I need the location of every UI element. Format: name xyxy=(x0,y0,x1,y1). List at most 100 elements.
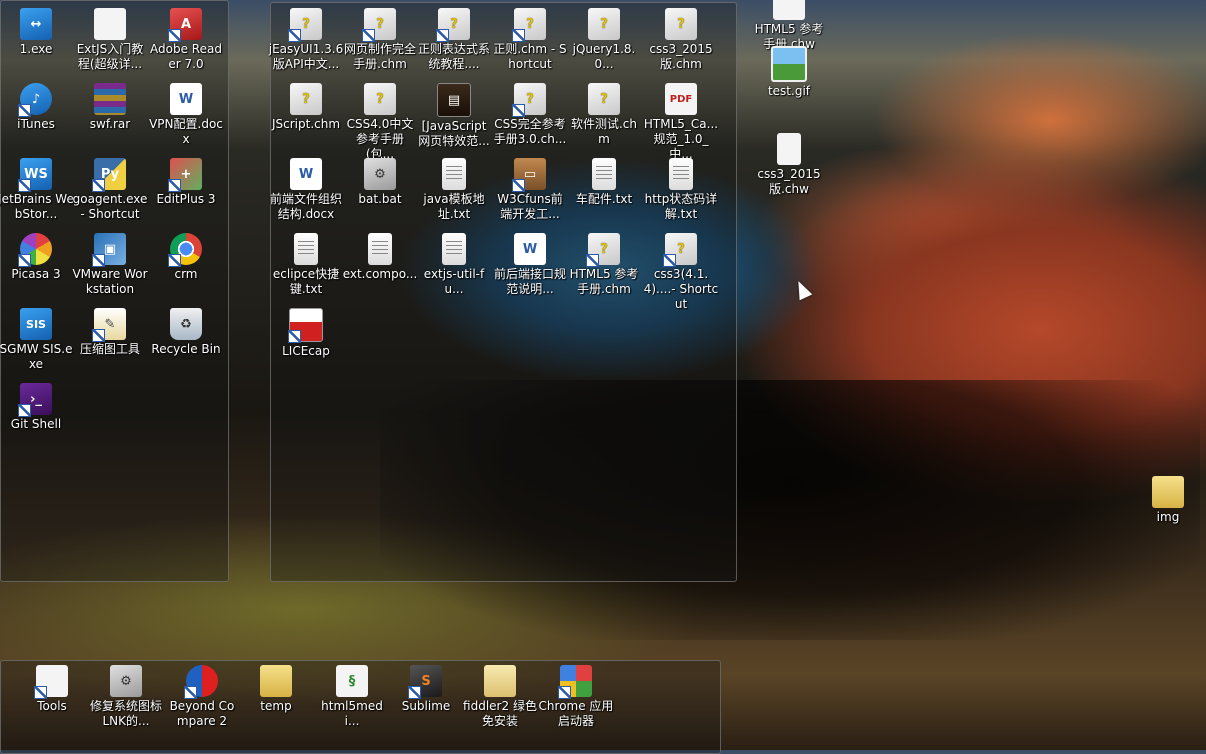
word-doc-icon: W xyxy=(514,233,546,265)
desktop-icon[interactable]: ? jEasyUI1.3.6版API中文... xyxy=(268,0,344,75)
word-doc-icon: W xyxy=(170,83,202,115)
picasa-icon xyxy=(18,233,52,267)
desktop-icon[interactable]: Tools xyxy=(14,657,90,732)
desktop-icon[interactable]: swf.rar xyxy=(72,75,148,150)
chm-icon: ? xyxy=(588,8,620,40)
desktop-icon[interactable]: ? 软件测试.chm xyxy=(566,75,642,150)
desktop-icon[interactable]: eclipce快捷键.txt xyxy=(268,225,344,300)
desktop-icon[interactable]: img xyxy=(1130,468,1206,543)
desktop-icon[interactable]: W 前后端接口规范说明... xyxy=(492,225,568,300)
sublime-icon: S xyxy=(408,665,442,699)
desktop-icon[interactable]: W 前端文件组织结构.docx xyxy=(268,150,344,225)
folder-icon xyxy=(484,665,516,697)
desktop-icon[interactable]: ⚙ bat.bat xyxy=(342,150,418,225)
desktop-icon[interactable]: test.gif xyxy=(751,38,827,113)
desktop-icon[interactable]: fiddler2 绿色免安装 xyxy=(462,657,538,732)
text-file-icon xyxy=(368,233,392,265)
chm-icon: ? xyxy=(588,83,620,115)
teamviewer-icon: ↔ xyxy=(20,8,52,40)
tool-doc-icon: ✎ xyxy=(92,308,126,342)
folder-icon xyxy=(1152,476,1184,508)
script-icon: § xyxy=(336,665,368,697)
chm-icon: ? xyxy=(586,233,620,267)
desktop-icon[interactable]: Py goagent.exe - Shortcut xyxy=(72,150,148,225)
desktop-icon[interactable]: + EditPlus 3 xyxy=(148,150,224,225)
batch-icon: ⚙ xyxy=(364,158,396,190)
chm-icon: ? xyxy=(436,8,470,42)
python-icon: Py xyxy=(92,158,126,192)
desktop-icon[interactable]: ♪ iTunes xyxy=(0,75,74,150)
desktop-icon[interactable]: 车配件.txt xyxy=(566,150,642,225)
recycle-bin-icon: ♻ xyxy=(170,308,202,340)
desktop-icon[interactable]: ♻ Recycle Bin xyxy=(148,300,224,375)
word-doc-icon: W xyxy=(290,158,322,190)
desktop-icon[interactable]: ? jQuery1.8.0... xyxy=(566,0,642,75)
text-file-icon xyxy=(294,233,318,265)
desktop-icon[interactable]: PDF HTML5_Ca...规范_1.0_中... xyxy=(643,75,719,161)
desktop-icon[interactable]: ⚙ 修复系统图标LNK的... xyxy=(88,657,164,732)
mouse-cursor xyxy=(792,278,813,301)
chm-icon: ? xyxy=(665,8,697,40)
desktop-icon[interactable]: WS JetBrains WebStor... xyxy=(0,150,74,225)
webstorm-icon: WS xyxy=(18,158,52,192)
desktop-icon[interactable]: ▭ W3Cfuns前端开发工... xyxy=(492,150,568,225)
beyond-compare-icon xyxy=(184,665,218,699)
book-icon: ▤ xyxy=(437,83,471,117)
chm-icon: ? xyxy=(512,83,546,117)
winrar-icon xyxy=(94,83,126,115)
desktop-icon[interactable]: ? JScript.chm xyxy=(268,75,344,150)
desktop-icon[interactable]: ? 网页制作完全手册.chm xyxy=(342,0,418,75)
desktop-icon[interactable]: SIS SGMW SIS.exe xyxy=(0,300,74,375)
desktop-icon[interactable]: LICEcap xyxy=(268,300,344,375)
desktop-icon[interactable]: Chrome 应用启动器 xyxy=(538,657,614,732)
text-file-icon xyxy=(592,158,616,190)
gear-doc-icon: ⚙ xyxy=(110,665,142,697)
desktop-icon[interactable]: ? CSS完全参考手册3.0.ch... xyxy=(492,75,568,150)
text-file-icon xyxy=(442,233,466,265)
itunes-icon: ♪ xyxy=(18,83,52,117)
desktop-icon[interactable]: ›_ Git Shell xyxy=(0,375,74,450)
desktop-icon[interactable]: ↔ 1.exe xyxy=(0,0,74,75)
git-shell-icon: ›_ xyxy=(18,383,52,417)
desktop-icon[interactable]: W VPN配置.docx xyxy=(148,75,224,150)
desktop-icon[interactable]: ? CSS4.0中文参考手册(包... xyxy=(342,75,418,161)
chm-icon: ? xyxy=(663,233,697,267)
desktop-icon[interactable]: ? 正则表达式系统教程.... xyxy=(416,0,492,75)
chrome-icon xyxy=(168,233,202,267)
text-file-icon xyxy=(669,158,693,190)
blank-doc-icon xyxy=(773,0,805,20)
desktop-icon[interactable]: extjs-util-fu... xyxy=(416,225,492,300)
desktop-icon[interactable]: Picasa 3 xyxy=(0,225,74,300)
shortcut-doc-icon xyxy=(34,665,68,699)
desktop-icon[interactable]: http状态码详解.txt xyxy=(643,150,719,225)
desktop-icon[interactable]: ? HTML5 参考手册.chm xyxy=(566,225,642,300)
desktop-icon[interactable]: ? 正则.chm - Shortcut xyxy=(492,0,568,75)
desktop-icon[interactable]: temp xyxy=(238,657,314,732)
chm-icon: ? xyxy=(288,8,322,42)
desktop-icon[interactable]: crm xyxy=(148,225,224,300)
desktop-icon[interactable]: ✎ 压缩图工具 xyxy=(72,300,148,375)
blank-doc-icon xyxy=(94,8,126,40)
pdf-icon: PDF xyxy=(665,83,697,115)
desktop-icon[interactable]: ExtJS入门教程(超级详... xyxy=(72,0,148,75)
editplus-icon: + xyxy=(168,158,202,192)
desktop-icon[interactable]: ▣ VMware Workstation xyxy=(72,225,148,300)
desktop-icon[interactable]: Beyond Compare 2 xyxy=(164,657,240,732)
folder-icon xyxy=(260,665,292,697)
desktop-icon[interactable]: ext.compo... xyxy=(342,225,418,300)
desktop-icon[interactable]: § html5medi... xyxy=(314,657,390,732)
adobe-reader-icon: A xyxy=(168,8,202,42)
vmware-icon: ▣ xyxy=(92,233,126,267)
chm-icon: ? xyxy=(290,83,322,115)
desktop-icon[interactable]: ▤ [JavaScript网页特效范... xyxy=(416,75,492,150)
briefcase-icon: ▭ xyxy=(512,158,546,192)
desktop-icon[interactable]: css3_2015版.chw xyxy=(751,125,827,200)
desktop-icon[interactable]: A Adobe Reader 7.0 xyxy=(148,0,224,75)
desktop-icon[interactable]: ? css3_2015版.chm xyxy=(643,0,719,75)
desktop-icon[interactable]: java模板地址.txt xyxy=(416,150,492,225)
desktop-icon[interactable]: ? css3(4.1.4)....- Shortcut xyxy=(643,225,719,311)
desktop-icon[interactable]: S Sublime xyxy=(388,657,464,732)
chm-icon: ? xyxy=(512,8,546,42)
text-file-icon xyxy=(442,158,466,190)
sis-icon: SIS xyxy=(20,308,52,340)
